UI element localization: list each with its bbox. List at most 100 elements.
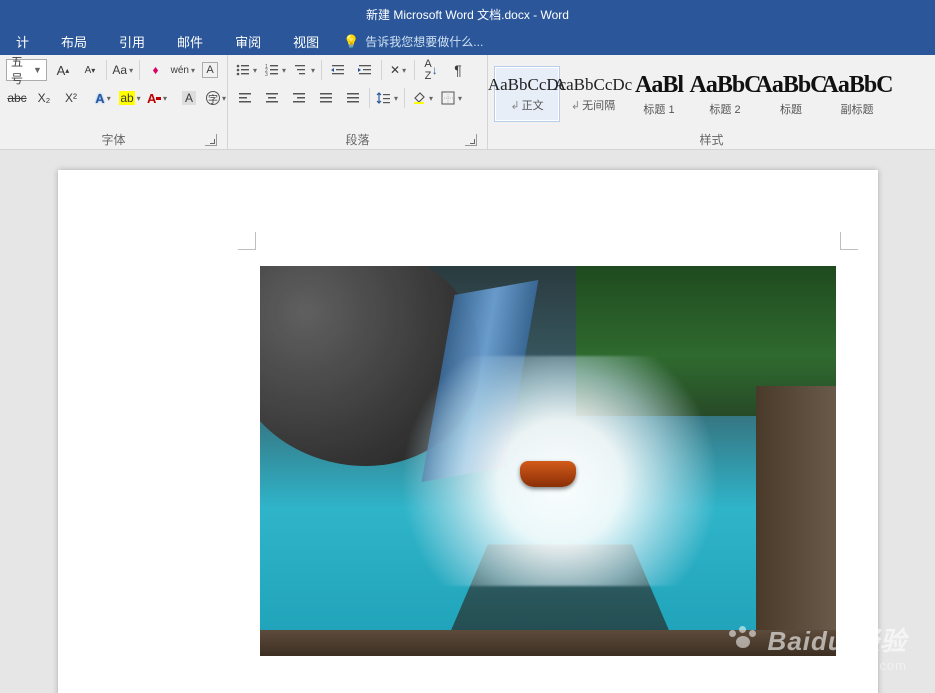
styles-gallery[interactable]: AaBbCcDc↲正文AaBbCcDc↲无间隔AaBl标题 1AaBbC标题 2…: [494, 66, 929, 122]
group-styles: AaBbCcDc↲正文AaBbCcDc↲无间隔AaBl标题 1AaBbC标题 2…: [488, 55, 935, 149]
style-preview: AaBbCcDc: [554, 75, 632, 95]
chevron-down-icon: ▼: [33, 65, 42, 75]
font-dialog-launcher[interactable]: [205, 134, 217, 146]
group-label-styles: 样式: [699, 131, 723, 148]
justify-button[interactable]: [315, 87, 337, 109]
separator: [321, 60, 322, 80]
shading-button[interactable]: ▾: [410, 87, 434, 109]
borders-button[interactable]: ▾: [439, 87, 463, 109]
sort-button[interactable]: AZ↓: [420, 59, 442, 81]
style-item-4[interactable]: AaBbC 标题: [758, 66, 824, 122]
tab-references[interactable]: 引用: [103, 28, 161, 55]
style-item-2[interactable]: AaBl 标题 1: [626, 66, 692, 122]
align-right-button[interactable]: [288, 87, 310, 109]
tell-me-placeholder: 告诉我您想要做什么...: [365, 33, 483, 50]
show-marks-button[interactable]: ¶: [447, 59, 469, 81]
grow-font-button[interactable]: A▴: [52, 59, 74, 81]
character-border-button[interactable]: A: [199, 59, 221, 81]
borders-icon: [440, 90, 456, 106]
shrink-font-button[interactable]: A▾: [79, 59, 101, 81]
separator: [381, 60, 382, 80]
separator: [369, 88, 370, 108]
image-wall: [756, 386, 836, 656]
decrease-indent-button[interactable]: [327, 59, 349, 81]
separator: [414, 60, 415, 80]
line-spacing-button[interactable]: ▾: [375, 87, 399, 109]
indent-icon: [357, 62, 373, 78]
title-bar: 新建 Microsoft Word 文档.docx - Word: [0, 0, 935, 28]
paint-bucket-icon: [411, 90, 427, 106]
style-name: 副标题: [841, 101, 874, 117]
asian-layout-button[interactable]: ✕▾: [387, 59, 409, 81]
superscript-button[interactable]: X²: [60, 87, 82, 109]
align-left-icon: [237, 90, 253, 106]
window-title: 新建 Microsoft Word 文档.docx - Word: [366, 6, 569, 23]
font-size-value: 五号: [11, 53, 29, 87]
align-right-icon: [291, 90, 307, 106]
distributed-button[interactable]: [342, 87, 364, 109]
style-preview: AaBl: [635, 72, 683, 99]
increase-indent-button[interactable]: [354, 59, 376, 81]
subscript-button[interactable]: X₂: [33, 87, 55, 109]
style-item-5[interactable]: AaBbC 副标题: [824, 66, 890, 122]
group-font: 五号 ▼ A▴ A▾ Aa▾ ♦ wén▾ A abc X₂ X² A▾ ab▾…: [0, 55, 228, 149]
distributed-icon: [345, 90, 361, 106]
font-size-combo[interactable]: 五号 ▼: [6, 59, 47, 81]
enclose-characters-button[interactable]: 字▾: [205, 87, 227, 109]
ribbon-tabs: 计 布局 引用 邮件 审阅 视图 💡 告诉我您想要做什么...: [0, 28, 935, 55]
style-item-3[interactable]: AaBbC 标题 2: [692, 66, 758, 122]
style-preview: AaBbC: [689, 72, 760, 99]
document-workspace[interactable]: [0, 150, 935, 693]
multilevel-icon: [293, 62, 309, 78]
clear-formatting-button[interactable]: ♦: [145, 59, 167, 81]
style-name: 标题 1: [643, 101, 674, 117]
margin-marker-tr: [840, 232, 858, 250]
align-center-icon: [264, 90, 280, 106]
group-label-paragraph: 段落: [345, 131, 369, 148]
separator: [106, 60, 107, 80]
multilevel-list-button[interactable]: ▾: [292, 59, 316, 81]
style-item-1[interactable]: AaBbCcDc↲无间隔: [560, 66, 626, 122]
svg-text:3: 3: [265, 72, 268, 78]
phonetic-guide-button[interactable]: wén▾: [172, 59, 194, 81]
paragraph-dialog-launcher[interactable]: [465, 134, 477, 146]
align-left-button[interactable]: [234, 87, 256, 109]
tab-layout[interactable]: 布局: [45, 28, 103, 55]
style-name: 标题: [780, 101, 802, 117]
tab-review[interactable]: 审阅: [219, 28, 277, 55]
separator: [139, 60, 140, 80]
style-name: ↲正文: [510, 97, 543, 113]
outdent-icon: [330, 62, 346, 78]
tab-design-partial[interactable]: 计: [0, 28, 45, 55]
align-center-button[interactable]: [261, 87, 283, 109]
image-floor: [260, 630, 836, 656]
change-case-button[interactable]: Aa▾: [112, 59, 134, 81]
numbering-icon: 123: [264, 62, 280, 78]
strikethrough-button[interactable]: abc: [6, 87, 28, 109]
character-shading-button[interactable]: A: [178, 87, 200, 109]
bullets-button[interactable]: ▾: [234, 59, 258, 81]
justify-icon: [318, 90, 334, 106]
tab-view[interactable]: 视图: [277, 28, 335, 55]
document-page[interactable]: [58, 170, 878, 693]
tell-me-search[interactable]: 💡 告诉我您想要做什么...: [343, 33, 483, 50]
style-name: ↲无间隔: [571, 97, 615, 113]
style-name: 标题 2: [709, 101, 740, 117]
lightbulb-icon: 💡: [343, 34, 359, 50]
separator: [404, 88, 405, 108]
line-spacing-icon: [376, 90, 392, 106]
font-color-button[interactable]: A▾: [146, 87, 168, 109]
text-effects-button[interactable]: A▾: [92, 87, 114, 109]
inserted-image[interactable]: [260, 266, 836, 656]
bullets-icon: [235, 62, 251, 78]
style-preview: AaBbC: [755, 72, 826, 99]
ribbon: 五号 ▼ A▴ A▾ Aa▾ ♦ wén▾ A abc X₂ X² A▾ ab▾…: [0, 55, 935, 150]
numbering-button[interactable]: 123▾: [263, 59, 287, 81]
style-item-0[interactable]: AaBbCcDc↲正文: [494, 66, 560, 122]
group-paragraph: ▾ 123▾ ▾ ✕▾ AZ↓ ¶ ▾ ▾: [228, 55, 488, 149]
tab-mailings[interactable]: 邮件: [161, 28, 219, 55]
highlight-button[interactable]: ab▾: [119, 87, 141, 109]
style-preview: AaBbC: [821, 72, 892, 99]
margin-marker-tl: [238, 232, 256, 250]
image-boat: [520, 461, 576, 487]
